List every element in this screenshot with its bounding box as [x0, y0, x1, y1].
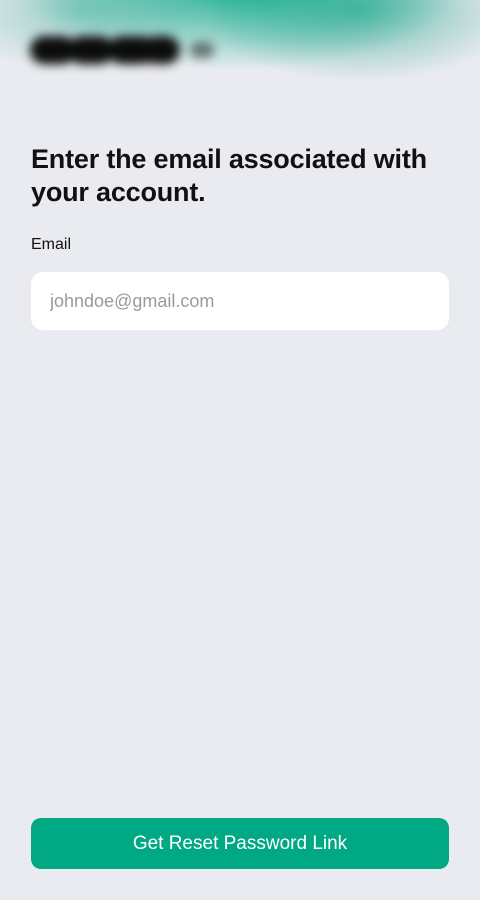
- email-label: Email: [31, 236, 72, 253]
- brand-logo-icon: [30, 30, 220, 70]
- get-reset-link-button[interactable]: Get Reset Password Link: [31, 818, 449, 869]
- email-field[interactable]: [31, 272, 449, 330]
- page-title: Enter the email associated with your acc…: [31, 144, 427, 207]
